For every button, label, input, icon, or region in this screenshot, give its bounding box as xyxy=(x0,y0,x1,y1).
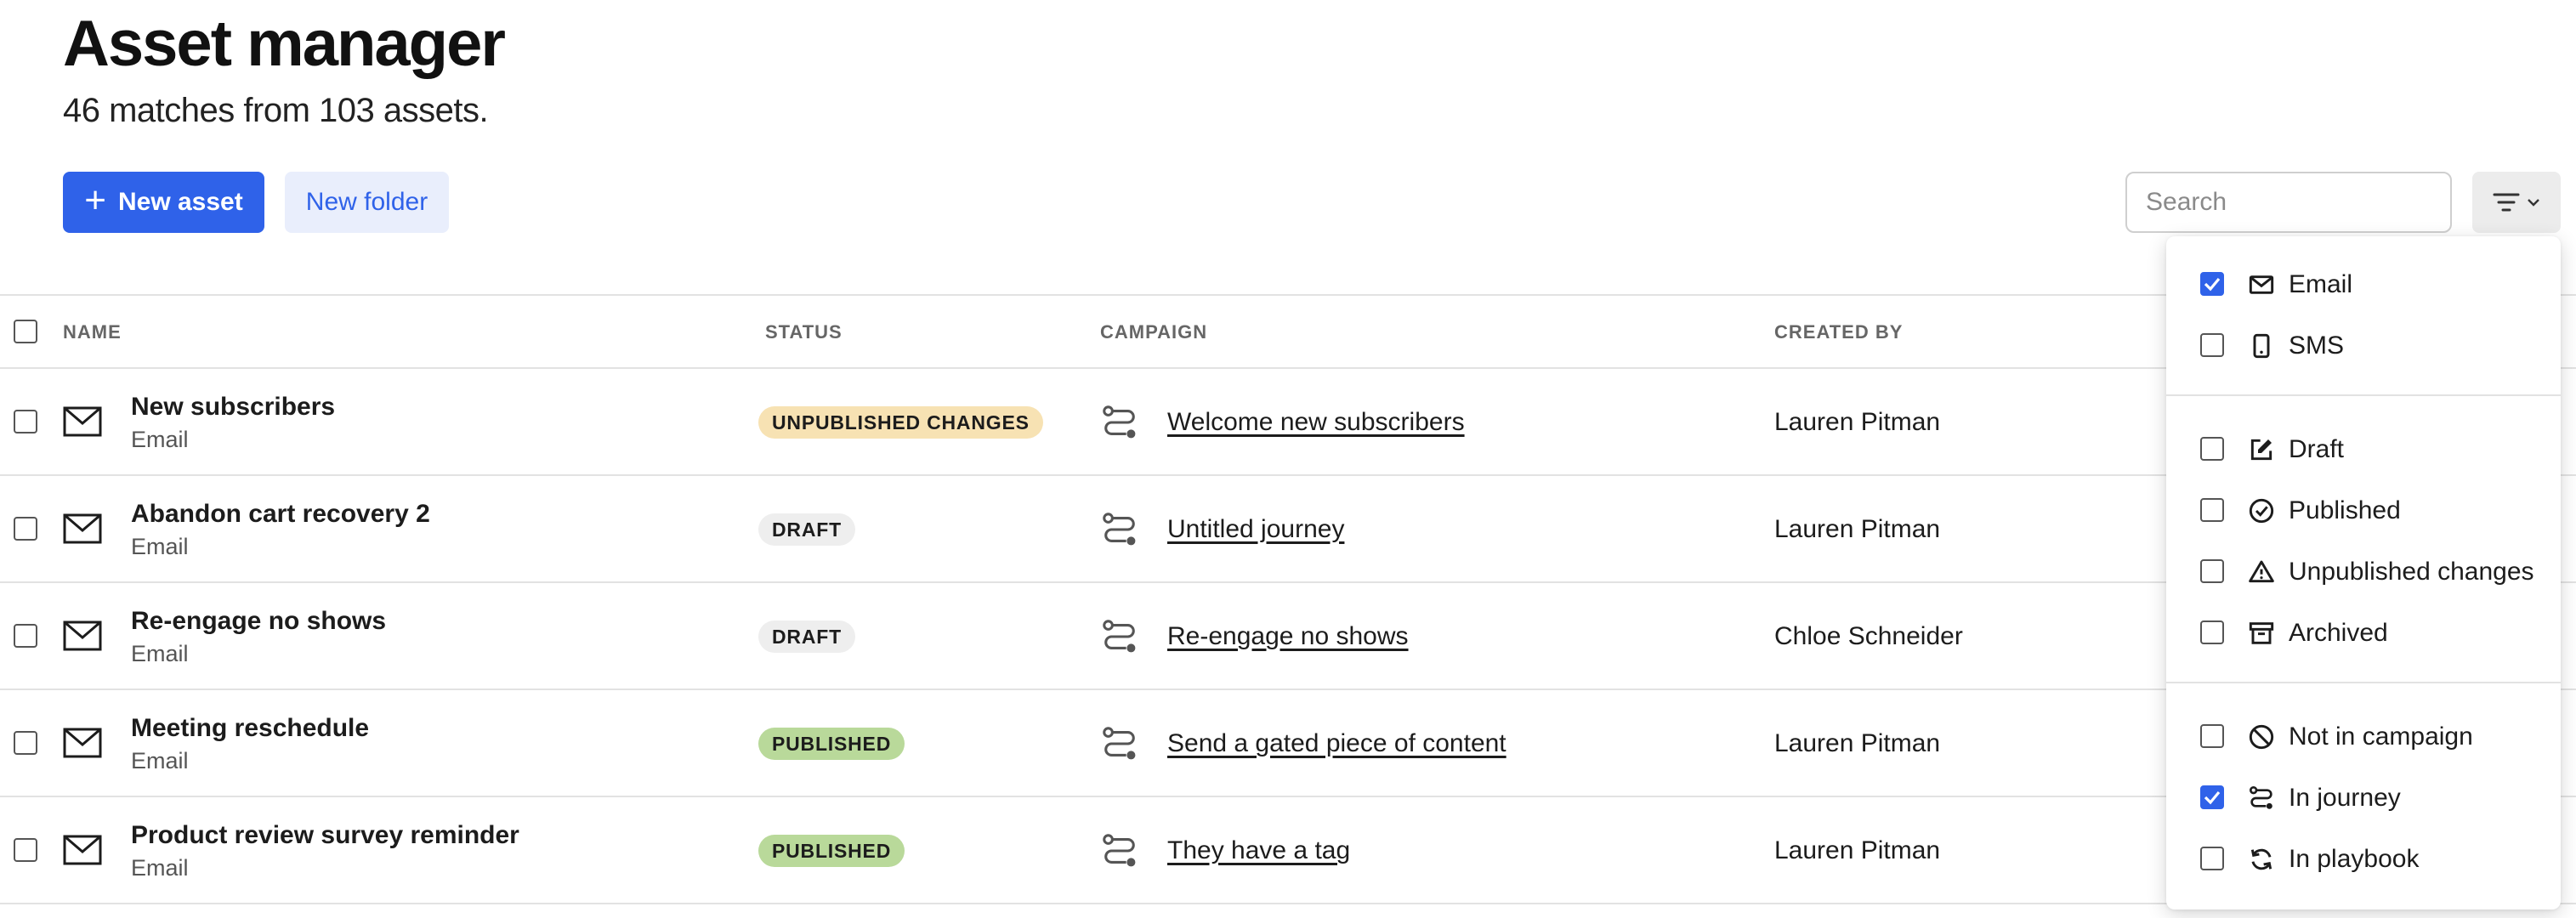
filter-option-sms[interactable]: SMS xyxy=(2166,318,2561,372)
menu-divider xyxy=(2166,394,2561,396)
status-badge: PUBLISHED xyxy=(758,835,905,867)
filter-label: Unpublished changes xyxy=(2289,558,2534,586)
select-all-checkbox[interactable] xyxy=(14,320,37,343)
asset-name[interactable]: Product review survey reminder xyxy=(131,821,519,850)
filter-option-email[interactable]: Email xyxy=(2166,257,2561,311)
filter-checkbox-unpublished-changes[interactable] xyxy=(2200,559,2224,583)
created-by: Lauren Pitman xyxy=(1774,729,1941,757)
warning-icon xyxy=(2249,560,2274,583)
filter-button[interactable] xyxy=(2472,172,2561,233)
plus-icon: + xyxy=(84,179,106,221)
asset-type: Email xyxy=(131,427,189,452)
ban-icon xyxy=(2249,724,2274,750)
asset-type: Email xyxy=(131,748,189,774)
asset-name[interactable]: Abandon cart recovery 2 xyxy=(131,500,430,529)
created-by: Lauren Pitman xyxy=(1774,515,1941,543)
filter-label: Published xyxy=(2289,496,2401,524)
filter-icon xyxy=(2493,193,2520,212)
column-header-name[interactable]: NAME xyxy=(63,321,122,343)
campaign-link[interactable]: Re-engage no shows xyxy=(1167,622,1409,651)
journey-icon xyxy=(1103,513,1136,546)
filter-checkbox-draft[interactable] xyxy=(2200,437,2224,461)
chevron-down-icon xyxy=(2528,199,2539,207)
status-badge: DRAFT xyxy=(758,620,855,653)
search-input[interactable] xyxy=(2146,188,2474,217)
filter-option-in-journey[interactable]: In journey xyxy=(2166,770,2561,824)
journey-icon xyxy=(2250,786,2272,809)
filter-checkbox-email[interactable] xyxy=(2200,272,2224,296)
mail-icon xyxy=(63,513,102,544)
filter-label: Not in campaign xyxy=(2289,722,2473,751)
filter-label: In playbook xyxy=(2289,845,2420,873)
created-by: Lauren Pitman xyxy=(1774,836,1941,864)
filter-option-unpublished-changes[interactable]: Unpublished changes xyxy=(2166,544,2561,598)
filter-label: Draft xyxy=(2289,435,2345,463)
filter-label: Email xyxy=(2289,270,2353,298)
filter-checkbox-not-in-campaign[interactable] xyxy=(2200,724,2224,748)
asset-type: Email xyxy=(131,855,189,881)
column-header-status[interactable]: STATUS xyxy=(765,321,843,343)
check-circle-icon xyxy=(2249,498,2274,524)
checkmark-icon xyxy=(2204,790,2221,805)
status-badge: PUBLISHED xyxy=(758,728,905,760)
filter-option-draft[interactable]: Draft xyxy=(2166,422,2561,476)
row-checkbox[interactable] xyxy=(14,517,37,541)
asset-type: Email xyxy=(131,534,189,559)
row-checkbox[interactable] xyxy=(14,410,37,434)
mail-icon xyxy=(63,835,102,865)
row-checkbox[interactable] xyxy=(14,838,37,862)
mail-icon xyxy=(2249,275,2274,294)
new-asset-button[interactable]: + New asset xyxy=(63,172,264,233)
filter-label: Archived xyxy=(2289,619,2388,647)
journey-icon xyxy=(1103,834,1136,867)
journey-icon xyxy=(1103,620,1136,653)
filter-option-in-playbook[interactable]: In playbook xyxy=(2166,831,2561,886)
filter-option-not-in-campaign[interactable]: Not in campaign xyxy=(2166,709,2561,763)
campaign-link[interactable]: Untitled journey xyxy=(1167,515,1344,544)
created-by: Chloe Schneider xyxy=(1774,622,1963,650)
created-by: Lauren Pitman xyxy=(1774,408,1941,436)
new-asset-label: New asset xyxy=(117,188,243,216)
campaign-link[interactable]: Send a gated piece of content xyxy=(1167,729,1506,758)
filter-checkbox-in-journey[interactable] xyxy=(2200,785,2224,809)
page-title: Asset manager xyxy=(63,8,506,80)
edit-icon xyxy=(2250,439,2272,461)
phone-icon xyxy=(2253,333,2270,359)
campaign-link[interactable]: Welcome new subscribers xyxy=(1167,408,1465,437)
menu-divider xyxy=(2166,682,2561,683)
row-checkbox[interactable] xyxy=(14,624,37,648)
filter-dropdown: Email SMS Draft Published Unpublished ch… xyxy=(2166,236,2561,910)
checkmark-icon xyxy=(2204,277,2221,292)
status-badge: UNPUBLISHED CHANGES xyxy=(758,406,1043,439)
column-header-created-by[interactable]: CREATED BY xyxy=(1774,321,1903,343)
asset-type: Email xyxy=(131,641,189,666)
journey-icon xyxy=(1103,405,1136,439)
refresh-icon xyxy=(2250,848,2272,870)
row-checkbox[interactable] xyxy=(14,731,37,755)
filter-checkbox-published[interactable] xyxy=(2200,498,2224,522)
filter-label: SMS xyxy=(2289,332,2345,360)
filter-label: In journey xyxy=(2289,784,2401,812)
results-summary: 46 matches from 103 assets. xyxy=(63,92,489,129)
mail-icon xyxy=(63,728,102,758)
mail-icon xyxy=(63,406,102,437)
filter-checkbox-archived[interactable] xyxy=(2200,620,2224,644)
journey-icon xyxy=(1103,727,1136,760)
new-folder-button[interactable]: New folder xyxy=(285,172,449,233)
column-header-campaign[interactable]: CAMPAIGN xyxy=(1100,321,1207,343)
asset-name[interactable]: New subscribers xyxy=(131,393,335,422)
filter-option-archived[interactable]: Archived xyxy=(2166,605,2561,660)
filter-checkbox-sms[interactable] xyxy=(2200,333,2224,357)
asset-manager-page: Asset manager 46 matches from 103 assets… xyxy=(0,0,2576,918)
filter-checkbox-in-playbook[interactable] xyxy=(2200,847,2224,870)
campaign-link[interactable]: They have a tag xyxy=(1167,836,1350,865)
mail-icon xyxy=(63,620,102,651)
search-box xyxy=(2125,172,2474,233)
filter-option-published[interactable]: Published xyxy=(2166,483,2561,537)
status-badge: DRAFT xyxy=(758,513,855,546)
asset-name[interactable]: Re-engage no shows xyxy=(131,607,386,636)
archive-icon xyxy=(2249,622,2274,644)
asset-name[interactable]: Meeting reschedule xyxy=(131,714,369,743)
